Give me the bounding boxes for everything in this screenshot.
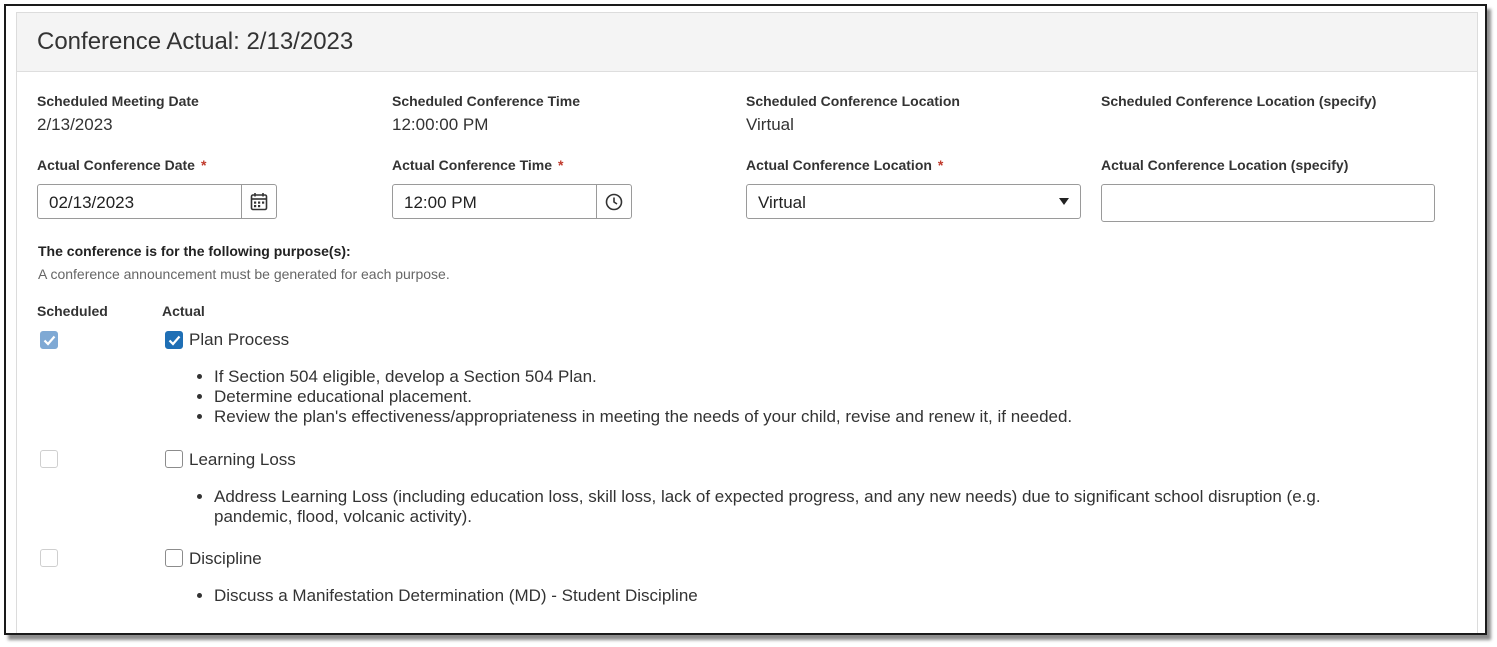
actual-conference-time-value: 12:00 PM	[404, 193, 477, 212]
scheduled-checkbox-plan-process	[40, 331, 58, 349]
purpose-bullets-discipline: Discuss a Manifestation Determination (M…	[197, 586, 1394, 606]
date-picker-button[interactable]	[241, 185, 276, 218]
scheduled-meeting-date-field: Scheduled Meeting Date 2/13/2023	[37, 93, 199, 135]
actual-conference-time-label-text: Actual Conference Time	[392, 157, 553, 173]
scheduled-conference-location-field: Scheduled Conference Location Virtual	[746, 93, 960, 135]
scheduled-meeting-date-value: 2/13/2023	[37, 115, 113, 134]
purpose-bullets-plan-process: If Section 504 eligible, develop a Secti…	[197, 367, 1444, 427]
scheduled-checkbox-learning-loss	[40, 450, 58, 468]
list-item: Discuss a Manifestation Determination (M…	[214, 586, 1394, 606]
chevron-down-icon	[1059, 198, 1069, 205]
actual-conference-date-value: 02/13/2023	[49, 193, 135, 212]
panel-header: Conference Actual: 2/13/2023	[17, 13, 1477, 72]
scheduled-location-specify-field: Scheduled Conference Location (specify)	[1101, 93, 1376, 115]
actual-conference-date-label-text: Actual Conference Date	[37, 157, 195, 173]
required-marker: *	[558, 157, 564, 173]
actual-conference-time-label: Actual Conference Time *	[392, 157, 563, 173]
checkmark-icon	[43, 335, 56, 346]
purposes-heading: The conference is for the following purp…	[38, 243, 351, 259]
required-marker: *	[937, 157, 944, 173]
list-item: Address Learning Loss (including educati…	[214, 487, 1394, 527]
scheduled-conference-time-field: Scheduled Conference Time 12:00:00 PM	[392, 93, 580, 135]
scheduled-conference-location-value: Virtual	[746, 115, 794, 134]
scheduled-column-header: Scheduled	[37, 303, 108, 319]
actual-checkbox-discipline[interactable]	[165, 549, 183, 567]
purpose-bullets-learning-loss: Address Learning Loss (including educati…	[197, 487, 1394, 527]
purpose-label-discipline: Discipline	[189, 549, 262, 568]
clock-icon	[605, 193, 623, 210]
scheduled-location-specify-label: Scheduled Conference Location (specify)	[1101, 93, 1377, 109]
scheduled-conference-time-label: Scheduled Conference Time	[392, 93, 581, 109]
purpose-label-learning-loss: Learning Loss	[189, 450, 296, 469]
time-picker-button[interactable]	[596, 185, 631, 218]
purposes-note: A conference announcement must be genera…	[38, 266, 450, 282]
actual-conference-date-input[interactable]: 02/13/2023	[37, 184, 277, 219]
conference-actual-panel: Conference Actual: 2/13/2023 Scheduled M…	[16, 12, 1478, 633]
scheduled-conference-location-label: Scheduled Conference Location	[746, 93, 960, 109]
actual-column-header: Actual	[162, 303, 205, 319]
required-marker: *	[200, 157, 207, 173]
scheduled-meeting-date-label: Scheduled Meeting Date	[37, 93, 199, 109]
scheduled-checkbox-discipline	[40, 549, 58, 567]
window-frame: Conference Actual: 2/13/2023 Scheduled M…	[4, 4, 1487, 635]
checkmark-icon	[168, 335, 181, 346]
actual-location-specify-input[interactable]	[1101, 184, 1435, 222]
actual-checkbox-learning-loss[interactable]	[165, 450, 183, 468]
list-item: If Section 504 eligible, develop a Secti…	[214, 367, 1444, 387]
calendar-icon	[250, 193, 268, 211]
purpose-label-plan-process: Plan Process	[189, 330, 290, 349]
list-item: Determine educational placement.	[214, 387, 1444, 407]
actual-conference-location-label-text: Actual Conference Location	[746, 157, 932, 173]
list-item: Review the plan's effectiveness/appropri…	[214, 407, 1444, 427]
actual-location-specify-label: Actual Conference Location (specify)	[1101, 157, 1349, 173]
actual-conference-location-label: Actual Conference Location *	[746, 157, 943, 173]
scheduled-conference-time-value: 12:00:00 PM	[392, 115, 489, 134]
actual-conference-time-input[interactable]: 12:00 PM	[392, 184, 632, 219]
actual-conference-location-select[interactable]: Virtual	[746, 184, 1081, 219]
actual-conference-location-value: Virtual	[758, 193, 806, 212]
actual-checkbox-plan-process[interactable]	[165, 331, 183, 349]
actual-conference-date-label: Actual Conference Date *	[37, 157, 206, 173]
page-title: Conference Actual: 2/13/2023	[37, 28, 354, 55]
